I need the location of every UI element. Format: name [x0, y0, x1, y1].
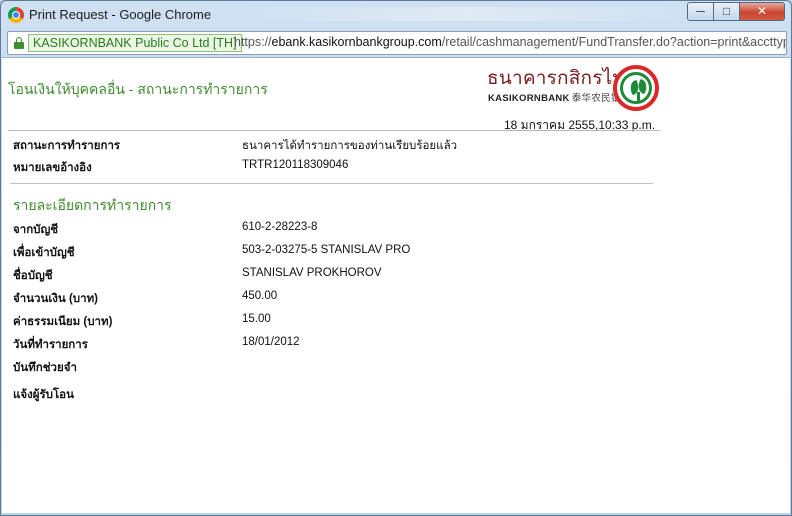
from-account-label: จากบัญชี — [13, 224, 59, 236]
close-button[interactable]: ✕ — [739, 2, 785, 21]
browser-window: Print Request - Google Chrome ─ □ ✕ KASI… — [0, 0, 792, 516]
to-account-label: เพื่อเข้าบัญชี — [13, 247, 75, 259]
kasikorn-logo-icon — [613, 65, 659, 111]
details-section-title: รายละเอียดการทำรายการ — [13, 197, 172, 213]
maximize-button[interactable]: □ — [713, 2, 740, 21]
transaction-timestamp: 18 มกราคม 2555,10:33 p.m. — [504, 118, 656, 132]
transaction-date-value: 18/01/2012 — [242, 336, 300, 348]
title-bar-background-glow — [231, 7, 701, 21]
bank-logo-english-name: KASIKORNBANK — [488, 93, 570, 104]
address-bar[interactable]: KASIKORNBANK Public Co Ltd [TH] https://… — [7, 31, 787, 55]
page-title: โอนเงินให้บุคคลอื่น - สถานะการทำรายการ — [8, 81, 268, 97]
divider — [8, 130, 660, 131]
fee-value: 15.00 — [242, 313, 271, 325]
account-name-value: STANISLAV PROKHOROV — [242, 267, 382, 279]
reference-number-value: TRTR120118309046 — [242, 159, 349, 171]
transaction-date-label: วันที่ทำรายการ — [13, 339, 88, 351]
notify-recipient-label: แจ้งผู้รับโอน — [13, 389, 74, 401]
fee-label: ค่าธรรมเนียม (บาท) — [13, 316, 113, 328]
memo-label: บันทึกช่วยจำ — [13, 362, 77, 374]
status-value: ธนาคารได้ทำรายการของท่านเรียบร้อยแล้ว — [242, 140, 458, 152]
divider — [10, 183, 653, 184]
lock-icon — [14, 37, 24, 49]
url-text[interactable]: https://ebank.kasikornbankgroup.com/reta… — [234, 35, 787, 49]
amount-value: 450.00 — [242, 290, 278, 302]
certificate-badge[interactable]: KASIKORNBANK Public Co Ltd [TH] — [28, 34, 242, 52]
amount-label: จำนวนเงิน (บาท) — [13, 293, 98, 305]
url-host: ebank.kasikornbankgroup.com — [271, 35, 442, 49]
bank-logo-english-text: KASIKORNBANK 泰华农民银行 — [488, 90, 631, 104]
from-account-value: 610-2-28223-8 — [242, 221, 318, 233]
status-label: สถานะการทำรายการ — [13, 140, 121, 152]
page-content: โอนเงินให้บุคคลอื่น - สถานะการทำรายการ ธ… — [2, 57, 790, 513]
minimize-button[interactable]: ─ — [687, 2, 714, 21]
chrome-icon — [8, 7, 24, 23]
url-path: /retail/cashmanagement/FundTransfer.do?a… — [441, 35, 787, 49]
account-name-label: ชื่อบัญชี — [13, 270, 53, 282]
url-scheme: https:// — [234, 35, 272, 49]
window-title: Print Request - Google Chrome — [29, 7, 212, 22]
title-bar[interactable]: Print Request - Google Chrome ─ □ ✕ — [1, 1, 791, 29]
to-account-value: 503-2-03275-5 STANISLAV PRO — [242, 244, 411, 256]
reference-number-label: หมายเลขอ้างอิง — [13, 162, 92, 174]
